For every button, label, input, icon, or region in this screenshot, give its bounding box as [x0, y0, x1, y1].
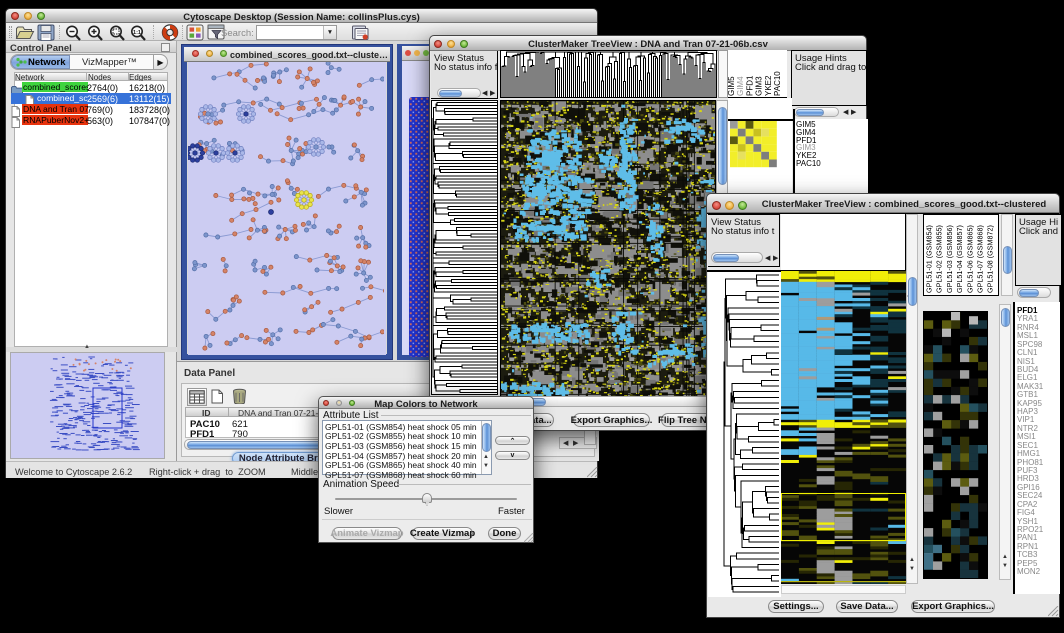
svg-text:PFD1: PFD1	[745, 75, 754, 96]
svg-text:GIM3: GIM3	[755, 76, 764, 96]
svg-text:YKE2: YKE2	[764, 75, 773, 96]
svg-text:GPL51-08 (GSM872): GPL51-08 (GSM872)	[986, 225, 995, 293]
svg-text:GPL51-02 (GSM855): GPL51-02 (GSM855)	[935, 225, 944, 293]
svg-text:GPL51-06 (GSM865): GPL51-06 (GSM865)	[965, 225, 974, 293]
svg-text:GPL51-03 (GSM856): GPL51-03 (GSM856)	[945, 225, 954, 293]
svg-text:PAC10: PAC10	[773, 71, 782, 96]
svg-text:GPL51-01 (GSM854): GPL51-01 (GSM854)	[925, 225, 934, 293]
svg-text:GIM5: GIM5	[728, 76, 736, 96]
svg-text:GIM4: GIM4	[736, 76, 745, 96]
svg-text:GPL51-07 (GSM868): GPL51-07 (GSM868)	[976, 225, 985, 293]
svg-text:GPL51-04 (GSM857): GPL51-04 (GSM857)	[955, 225, 964, 293]
svg-text:1:1: 1:1	[133, 30, 141, 36]
